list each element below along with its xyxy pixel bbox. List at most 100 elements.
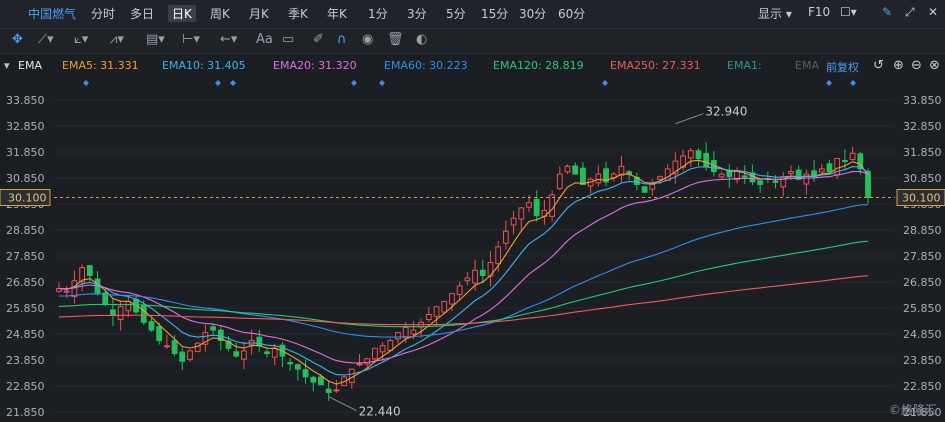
display-label: 显示 — [758, 7, 783, 21]
candle — [356, 363, 363, 366]
y-tick-left: 31.850 — [6, 146, 45, 159]
y-tick-left: 33.850 — [6, 94, 45, 107]
candle — [233, 351, 240, 357]
period-60min[interactable]: 60分 — [558, 5, 585, 22]
candle — [125, 301, 132, 312]
display-dropdown[interactable]: 显示 ▾ — [758, 5, 792, 22]
candle — [741, 175, 748, 178]
ema-line-120 — [58, 240, 869, 328]
candle — [318, 376, 324, 386]
f10-button[interactable]: F10 — [808, 5, 830, 19]
candle — [695, 150, 702, 159]
zoom-out-icon[interactable]: ⊖ — [911, 58, 922, 73]
ema250-label: EMA250: 27.331 — [610, 59, 701, 72]
candle — [372, 347, 378, 360]
low-pointer — [328, 396, 357, 412]
y-tick-left: 21.850 — [6, 406, 45, 419]
candle — [179, 351, 186, 362]
range-tool-icon[interactable]: ⊢▾ — [182, 32, 200, 47]
candle — [788, 171, 794, 175]
pen-icon[interactable]: ✎ — [882, 5, 892, 19]
candle — [449, 293, 455, 305]
period-15min[interactable]: 15分 — [481, 5, 508, 22]
magnet-icon[interactable]: ∩ — [337, 32, 347, 47]
candle — [572, 165, 579, 175]
stock-name[interactable]: 中国燃气 — [28, 5, 76, 22]
candle — [241, 350, 247, 360]
trash-icon[interactable]: 🗑 — [387, 32, 404, 47]
candle — [841, 159, 848, 162]
line-tool-icon[interactable]: ⟋▾ — [38, 32, 54, 47]
text-tool-icon[interactable]: Aa — [256, 32, 273, 47]
event-marker — [602, 80, 608, 86]
indicator-name[interactable]: EMA — [18, 59, 42, 72]
toggle-icon[interactable]: ◐ — [416, 32, 427, 47]
fuquan-dropdown[interactable]: 前复权 — [826, 59, 859, 75]
y-tick-left: 23.850 — [6, 354, 45, 367]
candle — [772, 180, 779, 183]
candle — [657, 176, 663, 180]
period-daily[interactable]: 日K — [168, 5, 196, 22]
ema-line-5 — [58, 159, 869, 385]
candle — [264, 351, 270, 354]
event-marker — [215, 80, 221, 86]
candle — [849, 152, 856, 161]
candle — [187, 350, 193, 360]
event-marker — [230, 80, 236, 86]
period-weekly[interactable]: 周K — [210, 5, 230, 22]
period-5min[interactable]: 5分 — [446, 5, 466, 22]
y-tick-left: 32.850 — [6, 120, 45, 133]
comment-icon[interactable]: ▭ — [282, 32, 294, 47]
y-tick-left: 25.850 — [6, 302, 45, 315]
settings-icon[interactable]: ⊗ — [929, 58, 940, 73]
period-1min[interactable]: 1分 — [368, 5, 388, 22]
candle — [757, 180, 764, 186]
move-icon[interactable]: ✥ — [12, 32, 23, 47]
polyline-tool-icon[interactable]: ⟀▾ — [74, 32, 88, 47]
candle — [510, 217, 517, 226]
period-30min[interactable]: 30分 — [519, 5, 546, 22]
period-3min[interactable]: 3分 — [407, 5, 427, 22]
period-quarterly[interactable]: 季K — [288, 5, 308, 22]
close-icon[interactable]: ✕ — [928, 5, 938, 19]
period-monthly[interactable]: 月K — [249, 5, 269, 22]
y-tick-left: 27.850 — [6, 250, 45, 263]
y-tick-right: 25.850 — [903, 302, 942, 315]
wave-tool-icon[interactable]: ⩘▾ — [110, 32, 124, 47]
eraser-icon[interactable]: ✐ — [313, 32, 324, 47]
candle — [826, 163, 833, 172]
candlestick-chart[interactable]: 33.850 33.850 32.850 32.850 31.850 31.850 30.8… — [0, 77, 945, 422]
candle — [726, 170, 733, 178]
candle — [664, 168, 671, 181]
last-price-right: 30.100 — [902, 192, 941, 205]
fibonacci-tool-icon[interactable]: ▤▾ — [146, 32, 165, 47]
zoom-in-icon[interactable]: ⊕ — [893, 58, 904, 73]
candle — [580, 167, 586, 186]
candle — [502, 230, 509, 244]
period-multi-day[interactable]: 多日 — [130, 5, 154, 22]
y-tick-right: 23.850 — [903, 354, 942, 367]
candle — [86, 265, 93, 277]
y-tick-right: 33.850 — [903, 94, 942, 107]
candle — [148, 321, 155, 331]
candle — [564, 165, 571, 173]
eye-icon[interactable]: ◉ — [362, 32, 373, 47]
collapse-icon[interactable]: ▾ — [4, 59, 10, 72]
y-tick-right: 24.850 — [903, 328, 942, 341]
candle — [518, 207, 525, 220]
arrow-tool-icon[interactable]: ←▾ — [220, 32, 237, 47]
candle — [687, 150, 694, 159]
candle — [302, 369, 309, 378]
fullscreen-icon[interactable]: ⤢ — [905, 5, 915, 20]
candle — [718, 173, 725, 178]
candle — [441, 301, 448, 313]
candle — [333, 389, 340, 392]
candle — [803, 173, 810, 185]
reset-icon[interactable]: ↺ — [873, 58, 884, 73]
checkbox-icon[interactable]: ☐▾ — [840, 5, 857, 19]
event-marker — [379, 80, 385, 86]
drawing-toolbar: ✥ ⟋▾ ⟀▾ ⩘▾ ▤▾ ⊢▾ ←▾ Aa ▭ ✐ ∩ ◉ 🗑 ◐ — [0, 29, 945, 54]
ema-line-250 — [58, 275, 869, 326]
period-yearly[interactable]: 年K — [327, 5, 347, 22]
period-intraday[interactable]: 分时 — [91, 5, 115, 22]
